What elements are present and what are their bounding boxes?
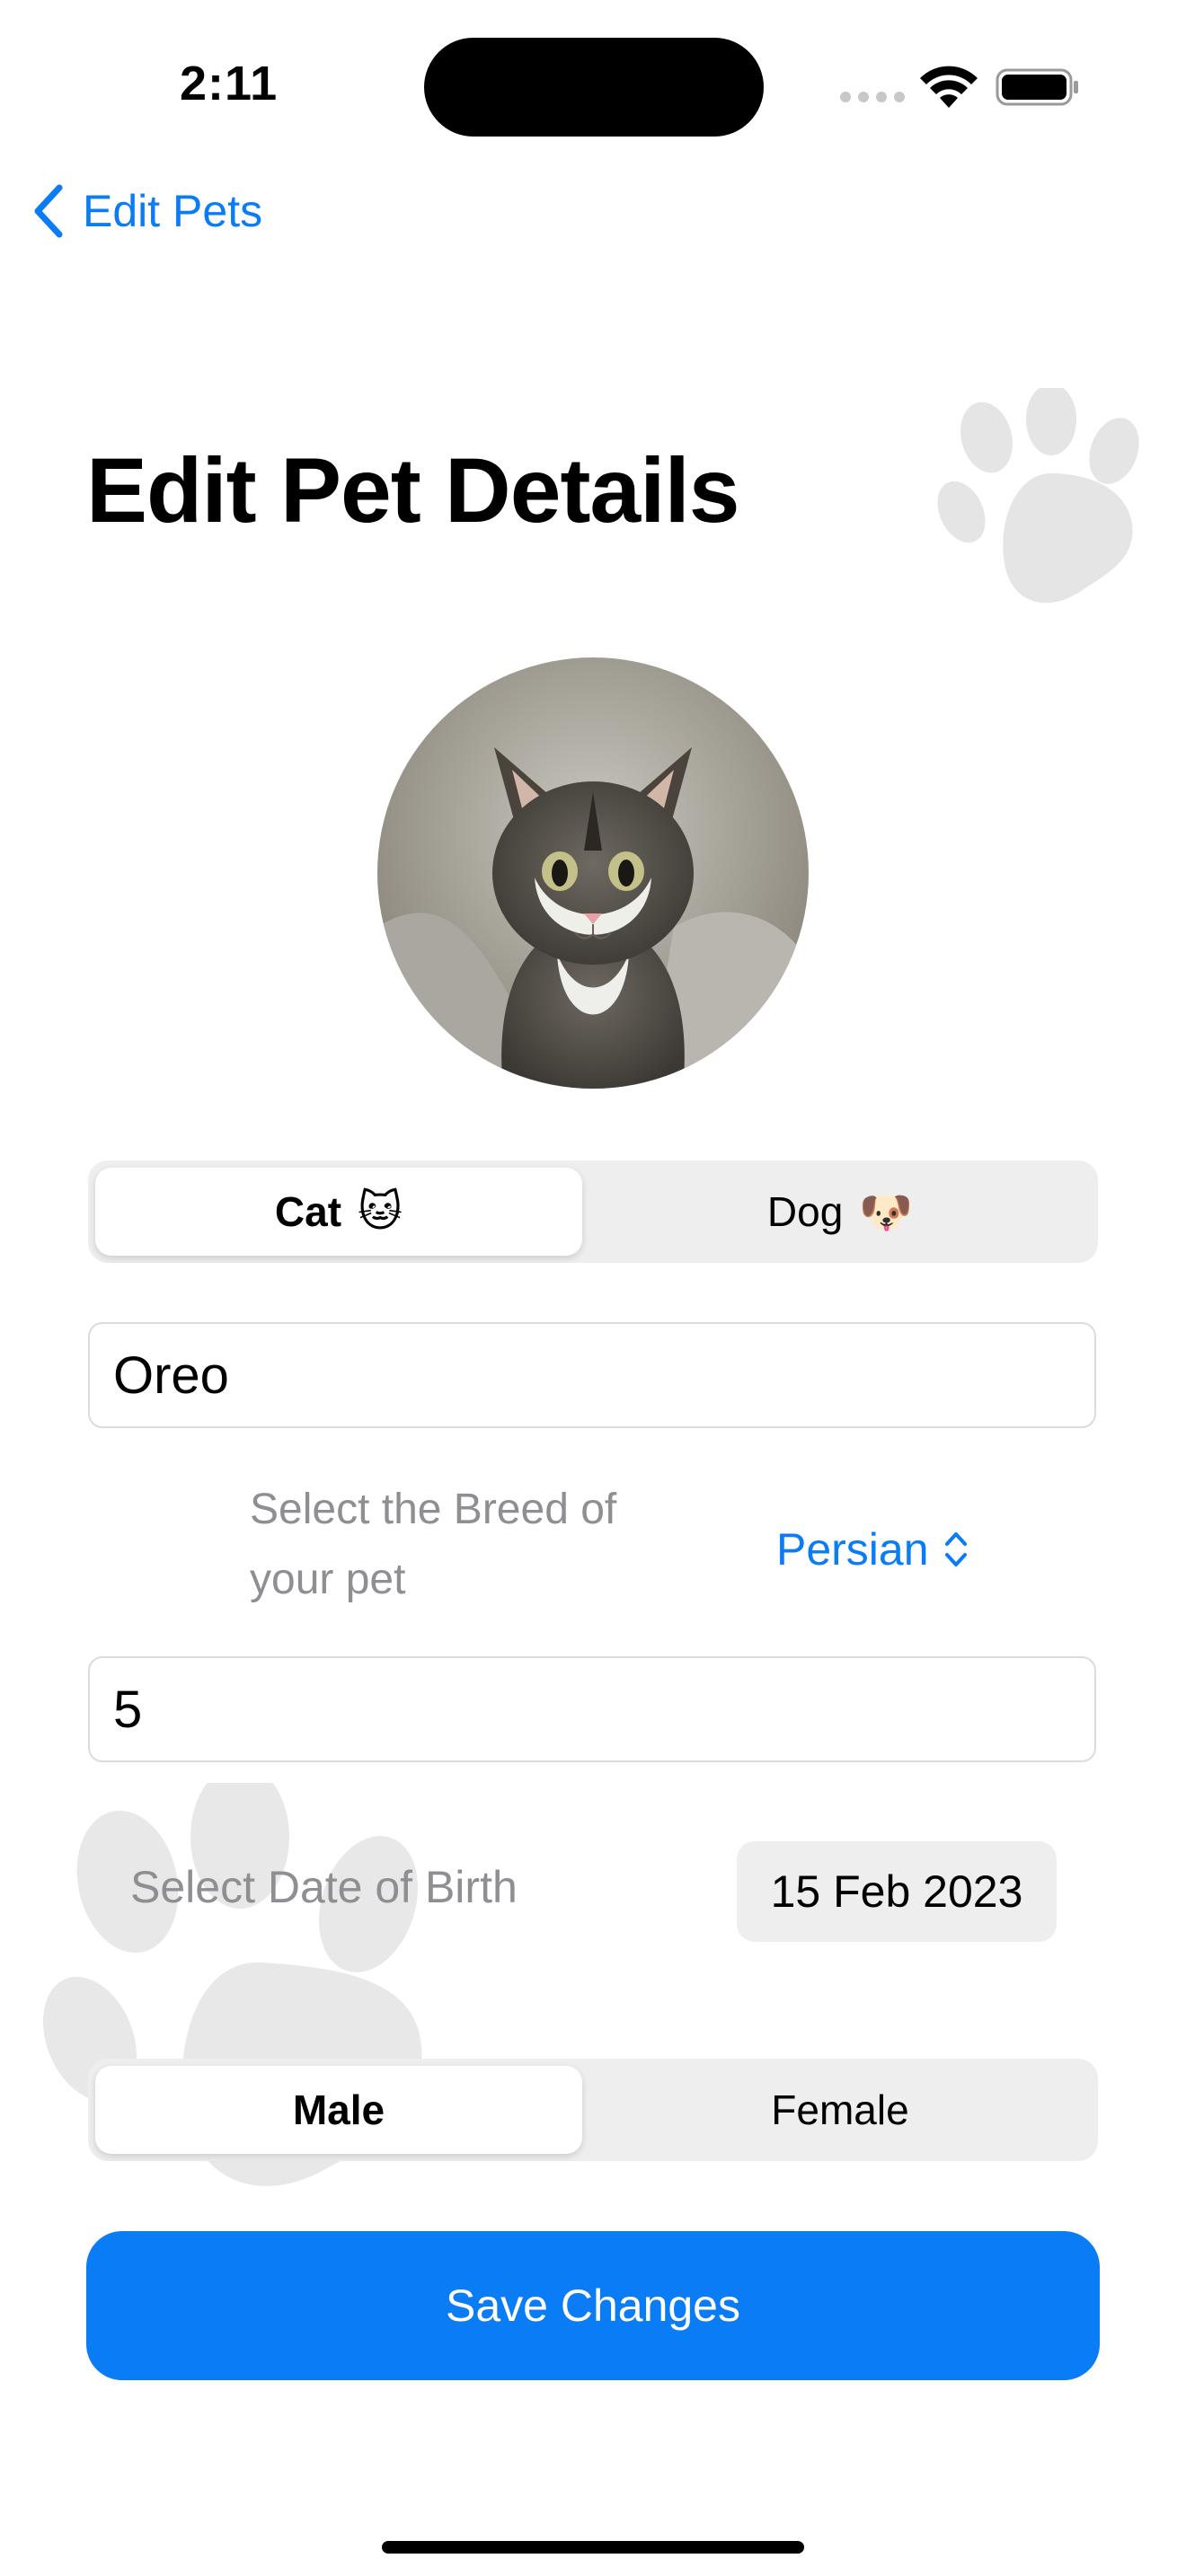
dob-label: Select Date of Birth [130,1862,518,1912]
battery-icon [996,68,1078,106]
segment-dog-label: Dog [766,1188,844,1235]
paw-print-icon [937,388,1139,604]
segment-male[interactable]: Male [95,2066,582,2154]
dog-face-icon: 🐶 [859,1188,914,1237]
segment-cat-label: Cat [274,1188,342,1235]
segment-cat[interactable]: Cat 🐱 [95,1168,582,1256]
breed-label: Select the Breed of your pet [250,1486,617,1603]
gender-segmented-control: Male Female [88,2059,1098,2161]
save-changes-button[interactable]: Save Changes [86,2231,1100,2380]
dynamic-island [424,38,764,137]
breed-picker-value: Persian [776,1524,929,1575]
cat-face-icon: 🐱 [358,1188,403,1236]
page-title: Edit Pet Details [86,439,740,542]
status-time: 2:11 [180,57,279,110]
home-indicator [382,2541,804,2554]
segment-female[interactable]: Female [597,2066,1084,2154]
pet-type-segmented-control: Cat 🐱 Dog 🐶 [88,1160,1098,1263]
back-button-label: Edit Pets [83,186,263,236]
chevron-left-icon [34,184,63,238]
chevron-up-down-icon [944,1532,967,1566]
pet-name-input[interactable] [88,1322,1096,1428]
pet-photo[interactable] [377,657,809,1089]
segment-dog[interactable]: Dog 🐶 [597,1168,1084,1256]
back-button[interactable]: Edit Pets [31,180,262,243]
pet-age-input[interactable] [88,1656,1096,1762]
dob-date-picker[interactable]: 15 Feb 2023 [737,1841,1057,1942]
cellular-signal-icon [840,92,905,102]
cat-photo-illustration [377,657,809,1089]
wifi-icon [920,66,978,108]
breed-picker[interactable]: Persian [776,1518,970,1581]
